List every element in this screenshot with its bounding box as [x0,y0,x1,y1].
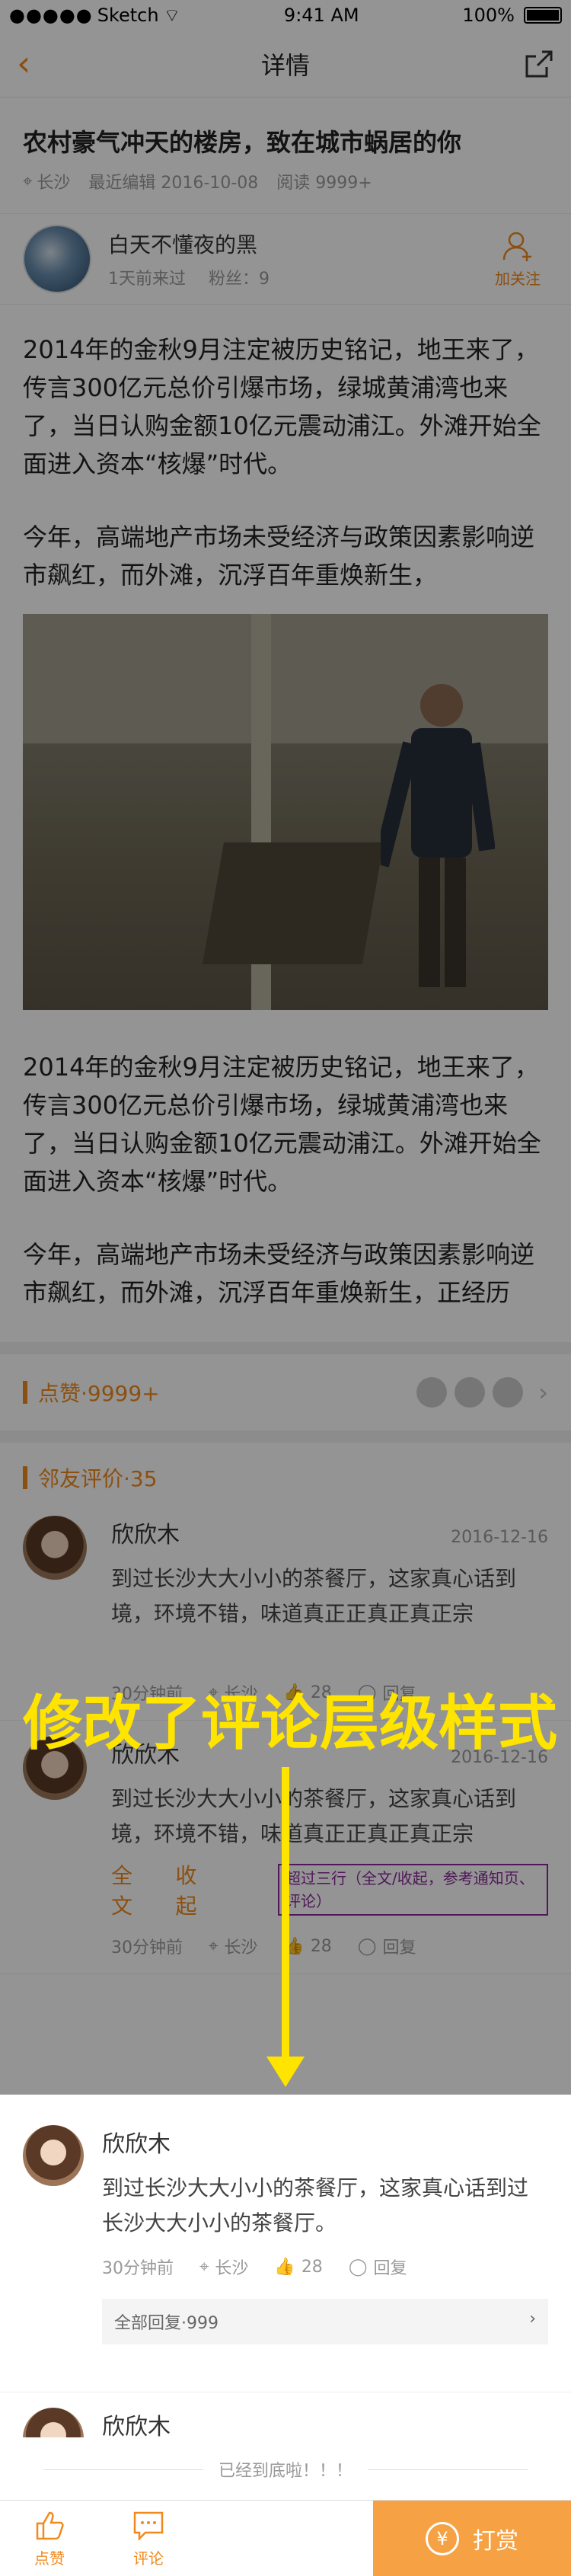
reads-meta: 阅读 9999+ [276,174,372,193]
location-icon: ⌖ [199,2257,209,2277]
avatar [416,1377,448,1408]
status-bar: ●●●●● Sketch ⌔ 9:41 AM 100% [0,0,571,30]
article-image[interactable] [23,614,548,1010]
comment-body: 欣欣木 到过长沙大大小小的茶餐厅，这家真心话到过长沙大大小小的茶餐厅。 30分钟… [102,2125,548,2344]
money-bag-icon: ¥ [426,2521,459,2555]
article-title: 农村豪气冲天的楼房，致在城市蜗居的你 [23,128,462,157]
thumbs-up-icon [36,2511,64,2540]
avatar[interactable] [23,1516,87,1580]
chat-bubble-icon: ◯ [357,1936,377,1956]
new-comment-item: 欣欣木 到过长沙大大小小的茶餐厅，这家真心话到过长沙大大小小的茶餐厅。 30分钟… [0,2125,571,2344]
collapse-link[interactable]: 收起 [176,1859,213,1920]
comment-location: ⌖ 长沙 [199,2255,248,2279]
avatar [493,1377,524,1408]
comment-reply-button[interactable]: ◯ 回复 [358,1934,416,1958]
comment-author[interactable]: 欣欣木 [102,2408,548,2441]
comment-location-text: 长沙 [215,2259,249,2278]
image-cart [202,842,384,964]
article-meta: ⌖ 长沙 最近编辑 2016-10-08 阅读 9999+ [0,158,571,193]
chat-bubble-icon: ◯ [348,2257,368,2277]
article-paragraph: 2014年的金秋9月注定被历史铭记，地王来了，传言300亿元总价引爆市场，绿城黄… [23,1053,541,1196]
page-title: 详情 [260,50,310,80]
reply-label: 回复 [382,1938,416,1958]
author-sub: 1天前来过 粉丝：9 [108,265,487,289]
back-icon[interactable]: ‹ [17,46,30,81]
comment-toggle: 全文 收起 超过三行（全文/收起，参考通知页、评论） [111,1859,548,1920]
annotation-title: 修改了评论层级样式 [23,1689,558,1758]
likes-row[interactable]: 点赞·9999+ › [23,1354,548,1430]
comment-like-button[interactable]: 👍 28 [283,1937,331,1956]
avatar [455,1377,486,1408]
like-button[interactable]: 点赞 [0,2501,99,2576]
comment-author[interactable]: 欣欣木 [111,1516,180,1549]
signal-icon: ●●●●● [9,5,93,26]
carrier-label: Sketch [97,5,159,26]
location-meta: ⌖ 长沙 [23,169,70,193]
author-fans: 粉丝：9 [209,270,270,289]
battery-label: 100% [462,5,515,26]
comment-location: ⌖ 长沙 [209,1934,257,1958]
comment-footer: 30分钟前 ⌖ 长沙 👍 28 ◯ 回复 [102,2255,548,2279]
end-of-list-message: 已经到底啦！！！ [0,2437,571,2501]
comment-reply-button[interactable]: ◯ 回复 [349,2255,407,2279]
avatar[interactable] [23,2125,84,2186]
chevron-right-icon: › [538,1378,548,1407]
comment-icon [133,2511,164,2542]
wifi-icon: ⌔ [163,5,181,26]
comment-like-count: 28 [301,2257,323,2277]
comment-body: 欣欣木 2016-12-16 到过长沙大大小小的茶餐厅，这家真心话到境，环境不错… [111,1736,548,1958]
full-text-link[interactable]: 全文 [111,1859,148,1920]
comment-author[interactable]: 欣欣木 [102,2125,548,2159]
image-person [381,684,495,987]
nav-bar: ‹ 详情 [0,30,571,97]
follow-label: 加关注 [495,270,541,288]
article-paragraph: 今年，高端地产市场未受经济与政策因素影响逆市飙红，而外滩，沉浮百年重焕新生， [23,523,535,590]
add-user-icon [502,232,531,261]
comment-footer: 30分钟前 ⌖ 长沙 👍 28 ◯ 回复 [111,1934,548,1958]
location-icon: ⌖ [209,1936,219,1956]
author-info: 白天不懂夜的黑 1天前来过 粉丝：9 [108,229,487,289]
all-replies-label: 全部回复·999 [114,2314,219,2333]
edited-meta: 最近编辑 2016-10-08 [88,174,259,193]
comments-header: 邻友评价·35 [0,1430,571,1501]
share-icon[interactable] [524,49,554,79]
arrow-down-icon [266,1767,305,2087]
comment-text: 到过长沙大大小小的茶餐厅，这家真心话到境，环境不错，味道真正正真正真正宗 [111,1566,517,1626]
comment-date: 2016-12-16 [451,1528,548,1547]
tip-button[interactable]: ¥ 打赏 [373,2501,571,2576]
battery-icon [523,7,562,24]
article-paragraph: 2014年的金秋9月注定被历史铭记，地王来了，传言300亿元总价引爆市场，绿城黄… [23,335,541,478]
author-last-seen: 1天前来过 [108,270,186,289]
reply-label: 回复 [373,2259,407,2278]
like-label: 点赞 [34,2549,65,2568]
comments-count: 邻友评价·35 [23,1462,548,1493]
thumbs-up-icon: 👍 [274,2257,295,2277]
author-name[interactable]: 白天不懂夜的黑 [108,229,487,259]
annotation-note: 超过三行（全文/收起，参考通知页、评论） [278,1864,548,1916]
status-time: 9:41 AM [283,5,359,26]
comment-like-count: 28 [310,1936,332,1956]
comment-time: 30分钟前 [102,2259,174,2278]
all-replies-link[interactable]: 全部回复·999 › [102,2299,548,2344]
article-paragraph: 今年，高端地产市场未受经济与政策因素影响逆市飙红，而外滩，沉浮百年重焕新生，正经… [23,1240,535,1307]
bottom-action-bar: 点赞 评论 ¥ 打赏 [0,2500,571,2576]
comment-text: 到过长沙大大小小的茶餐厅，这家真心话到境，环境不错，味道真正正真正真正宗 [111,1786,517,1846]
follow-button[interactable]: 加关注 [487,229,548,289]
tip-label: 打赏 [473,2527,518,2555]
location-text: 长沙 [37,174,71,193]
location-icon: ⌖ [23,171,33,191]
comment-button[interactable]: 评论 [99,2501,198,2576]
comment-like-button[interactable]: 👍 28 [274,2258,322,2277]
comment-time: 30分钟前 [111,1938,183,1958]
liker-avatars: › [416,1377,548,1408]
author-card[interactable]: 白天不懂夜的黑 1天前来过 粉丝：9 加关注 [0,213,571,305]
comment-label: 评论 [133,2549,164,2568]
end-message-text: 已经到底啦！！！ [218,2462,352,2481]
comment-location-text: 长沙 [224,1938,258,1958]
comment-text: 到过长沙大大小小的茶餐厅，这家真心话到过长沙大大小小的茶餐厅。 [102,2175,529,2236]
chevron-right-icon: › [529,2309,536,2328]
likes-section[interactable]: 点赞·9999+ › [0,1342,571,1430]
likes-count: 点赞·9999+ [23,1377,160,1408]
avatar[interactable] [23,225,91,293]
